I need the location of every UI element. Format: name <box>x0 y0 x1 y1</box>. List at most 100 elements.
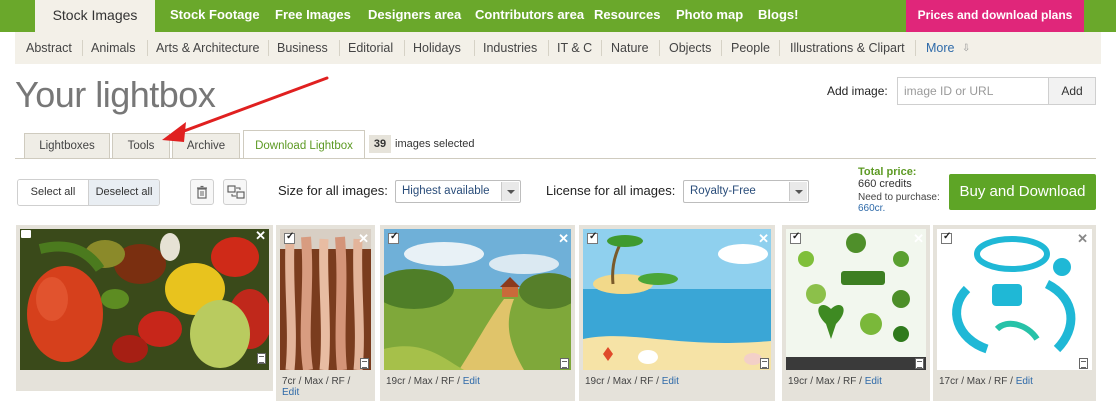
category-navigation: Abstract Animals Arts & Architecture Bus… <box>15 32 1101 64</box>
selected-count-text: images selected <box>395 138 475 150</box>
edit-link[interactable]: Edit <box>662 376 679 387</box>
document-icon[interactable] <box>257 353 266 364</box>
select-checkbox[interactable] <box>941 231 952 244</box>
add-image-input[interactable] <box>897 77 1049 105</box>
image-card[interactable]: ✕ <box>16 225 273 391</box>
category-illustrations-clipart[interactable]: Illustrations & Clipart <box>790 32 905 64</box>
category-editorial[interactable]: Editorial <box>348 32 393 64</box>
document-icon[interactable] <box>915 358 924 369</box>
image-caption: 19cr / Max / RF / Edit <box>585 376 679 387</box>
prices-button[interactable]: Prices and download plans <box>906 0 1084 32</box>
total-price-value: 660 credits <box>858 178 912 190</box>
close-icon[interactable]: ✕ <box>358 231 369 247</box>
edit-link[interactable]: Edit <box>865 376 882 387</box>
more-categories-link[interactable]: More <box>926 32 954 64</box>
image-thumbnail-country-road[interactable] <box>384 229 571 370</box>
edit-link[interactable]: Edit <box>1016 376 1033 387</box>
image-card[interactable]: ✕ 17cr / Max / RF / Edit <box>933 225 1096 401</box>
category-it-c[interactable]: IT & C <box>557 32 592 64</box>
divider <box>82 40 83 56</box>
selection-button-group: Select all Deselect all <box>17 179 160 206</box>
divider <box>721 40 722 56</box>
category-arts-architecture[interactable]: Arts & Architecture <box>156 32 260 64</box>
image-card[interactable]: ✕ 7cr / Max / RF / Edit <box>276 225 375 401</box>
image-thumbnail-eco-icons[interactable] <box>786 229 926 370</box>
annotation-arrow-icon <box>162 76 329 142</box>
nav-tab-designers-area[interactable]: Designers area <box>368 0 461 32</box>
divider <box>268 40 269 56</box>
select-all-button[interactable]: Select all <box>18 180 88 205</box>
move-images-button[interactable] <box>223 179 247 205</box>
size-label: Size for all images: <box>278 183 388 198</box>
image-price-text: 7cr / Max / RF / <box>282 376 351 387</box>
image-thumbnail-vegetables[interactable] <box>20 229 269 370</box>
selected-count-badge: 39 <box>369 135 391 153</box>
category-people[interactable]: People <box>731 32 770 64</box>
size-select-value: Highest available <box>402 185 490 197</box>
more-arrow-icon[interactable]: ⇩ <box>962 32 970 66</box>
category-animals[interactable]: Animals <box>91 32 135 64</box>
document-icon[interactable] <box>1079 358 1088 369</box>
add-image-button[interactable]: Add <box>1048 77 1096 105</box>
edit-link[interactable]: Edit <box>282 387 299 398</box>
category-nature[interactable]: Nature <box>611 32 649 64</box>
close-icon[interactable]: ✕ <box>255 228 266 244</box>
select-checkbox[interactable] <box>388 231 399 244</box>
close-icon[interactable]: ✕ <box>913 231 924 247</box>
divider <box>339 40 340 56</box>
image-card[interactable]: ✕ 19cr / Max / RF / Edit <box>782 225 930 401</box>
image-thumbnail-octopus[interactable] <box>280 229 371 370</box>
top-navigation: Stock Images Stock Footage Free Images D… <box>0 0 1116 32</box>
category-business[interactable]: Business <box>277 32 328 64</box>
divider <box>601 40 602 56</box>
image-price-text: 19cr / Max / RF / <box>585 376 659 387</box>
category-abstract[interactable]: Abstract <box>26 32 72 64</box>
close-icon[interactable]: ✕ <box>758 231 769 247</box>
image-price-text: 19cr / Max / RF / <box>788 376 862 387</box>
size-select[interactable]: Highest available <box>395 180 521 203</box>
image-card[interactable]: ✕ 19cr / Max / RF / Edit <box>380 225 575 401</box>
nav-tab-stock-footage[interactable]: Stock Footage <box>170 0 260 32</box>
image-price-text: 17cr / Max / RF / <box>939 376 1013 387</box>
move-images-icon <box>227 185 245 199</box>
divider <box>147 40 148 56</box>
chevron-down-icon <box>789 182 807 201</box>
deselect-all-button[interactable]: Deselect all <box>88 180 159 205</box>
nav-tab-free-images[interactable]: Free Images <box>275 0 351 32</box>
close-icon[interactable]: ✕ <box>558 231 569 247</box>
tabs-divider <box>15 158 1096 159</box>
nav-tab-blogs[interactable]: Blogs! <box>758 0 798 32</box>
document-icon[interactable] <box>360 358 369 369</box>
total-price-label: Total price: <box>858 166 917 178</box>
buy-and-download-button[interactable]: Buy and Download <box>949 174 1096 210</box>
delete-button[interactable] <box>190 179 214 205</box>
category-objects[interactable]: Objects <box>669 32 711 64</box>
tab-lightboxes[interactable]: Lightboxes <box>24 133 110 158</box>
image-price-text: 19cr / Max / RF / <box>386 376 460 387</box>
nav-tab-resources[interactable]: Resources <box>594 0 660 32</box>
edit-link[interactable]: Edit <box>463 376 480 387</box>
image-thumbnail-cyan-illustration[interactable] <box>937 229 1092 370</box>
document-icon[interactable] <box>760 358 769 369</box>
video-camera-icon <box>21 230 31 238</box>
select-checkbox[interactable] <box>790 231 801 244</box>
document-icon[interactable] <box>560 358 569 369</box>
close-icon[interactable]: ✕ <box>1077 231 1088 247</box>
nav-tab-stock-images[interactable]: Stock Images <box>35 0 155 32</box>
divider <box>404 40 405 56</box>
image-caption: 17cr / Max / RF / Edit <box>939 376 1033 387</box>
select-checkbox[interactable] <box>284 231 295 244</box>
image-caption: 19cr / Max / RF / Edit <box>788 376 882 387</box>
nav-tab-contributors-area[interactable]: Contributors area <box>475 0 584 32</box>
category-industries[interactable]: Industries <box>483 32 537 64</box>
divider <box>548 40 549 56</box>
select-checkbox[interactable] <box>587 231 598 244</box>
license-select[interactable]: Royalty-Free <box>683 180 809 203</box>
divider <box>474 40 475 56</box>
image-card[interactable]: ✕ 19cr / Max / RF / Edit <box>579 225 775 401</box>
image-thumbnail-tropical-beach[interactable] <box>583 229 771 370</box>
category-holidays[interactable]: Holidays <box>413 32 461 64</box>
nav-tab-photo-map[interactable]: Photo map <box>676 0 743 32</box>
divider <box>915 40 916 56</box>
need-to-purchase-value[interactable]: 660cr. <box>858 203 885 214</box>
